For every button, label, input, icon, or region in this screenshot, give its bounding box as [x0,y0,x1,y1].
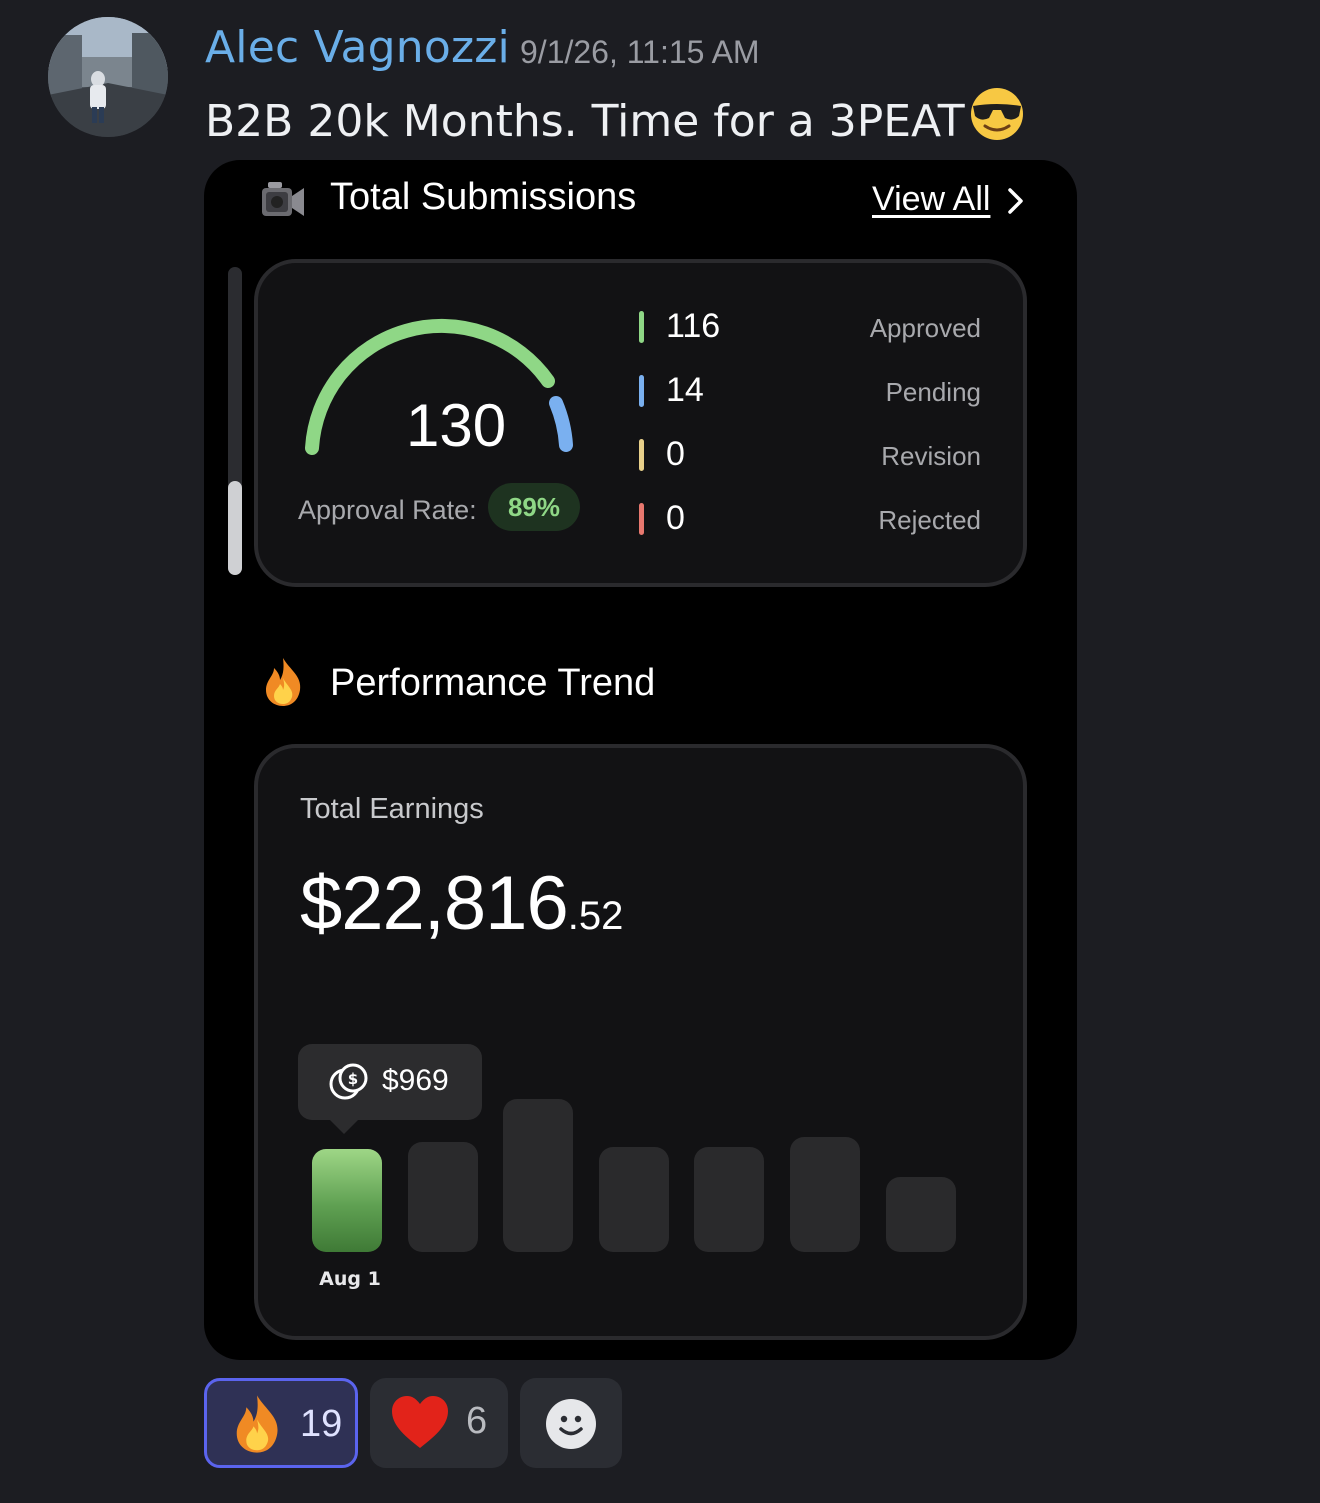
fire-reaction-count: 19 [300,1403,343,1445]
bar-label-aug-1: Aug 1 [319,1268,381,1290]
total-earnings-value: $22,816.52 [300,860,623,947]
revision-count: 0 [666,435,685,473]
approved-count: 116 [666,307,721,345]
earnings-panel: Total Earnings $22,816.52 $ $969 Aug 1 [254,744,1027,1340]
pending-label: Pending [885,377,981,407]
approved-indicator [639,311,644,343]
earnings-bar-1[interactable] [312,1149,382,1252]
performance-trend-title: Performance Trend [330,662,656,704]
earnings-bar-2[interactable] [407,1142,478,1252]
avatar[interactable] [48,17,168,137]
approval-rate-label: Approval Rate: [298,495,477,525]
coins-dollar-icon: $ [328,1062,370,1106]
pending-indicator [639,375,644,407]
svg-text:$: $ [348,1070,358,1088]
total-earnings-label: Total Earnings [300,793,484,825]
earnings-dollars: $22,816 [300,861,569,946]
fire-icon [229,1393,285,1459]
add-reaction-button[interactable] [520,1378,622,1468]
fire-icon [260,656,306,712]
approved-label: Approved [869,313,981,343]
approval-rate-badge: 89% [488,483,580,531]
heart-icon [390,1394,450,1454]
video-camera-icon [258,178,308,226]
reaction-fire[interactable]: 19 [204,1378,358,1468]
add-reaction-icon [545,1398,597,1454]
reaction-heart[interactable]: 6 [370,1378,508,1468]
total-submissions-title: Total Submissions [330,176,637,218]
message-text: B2B 20k Months. Time for a 3PEAT [205,96,965,147]
submissions-panel: 130 Approval Rate: 89% 116 Approved 14 P… [254,259,1027,587]
revision-label: Revision [881,441,981,471]
message-text-row: B2B 20k Months. Time for a 3PEAT [205,86,1027,153]
view-all-link[interactable]: View All [872,180,990,219]
rejected-indicator [639,503,644,535]
total-submissions-count: 130 [406,392,507,459]
earnings-bar-7[interactable] [885,1177,956,1252]
sunglasses-face-icon [967,86,1027,153]
message-timestamp: 9/1/26, 11:15 AM [520,34,760,70]
rejected-count: 0 [666,499,685,537]
heart-reaction-count: 6 [466,1400,488,1442]
pending-count: 14 [666,371,704,409]
earnings-cents: .52 [567,894,624,938]
earnings-bar-5[interactable] [694,1147,765,1252]
scrollbar[interactable] [228,267,242,575]
earnings-bar-3[interactable] [503,1099,574,1252]
embedded-dashboard-card: Total Submissions View All 130 Approval … [204,160,1077,1360]
rejected-label: Rejected [878,505,981,535]
revision-indicator [639,439,644,471]
scrollbar-thumb[interactable] [228,481,242,575]
chevron-right-icon[interactable] [1004,186,1026,220]
earnings-bar-4[interactable] [598,1147,669,1252]
author-name[interactable]: Alec Vagnozzi [205,22,510,73]
earnings-bar-6[interactable] [790,1137,860,1252]
tooltip-value: $969 [382,1064,449,1097]
bar-tooltip: $ $969 [298,1044,482,1134]
